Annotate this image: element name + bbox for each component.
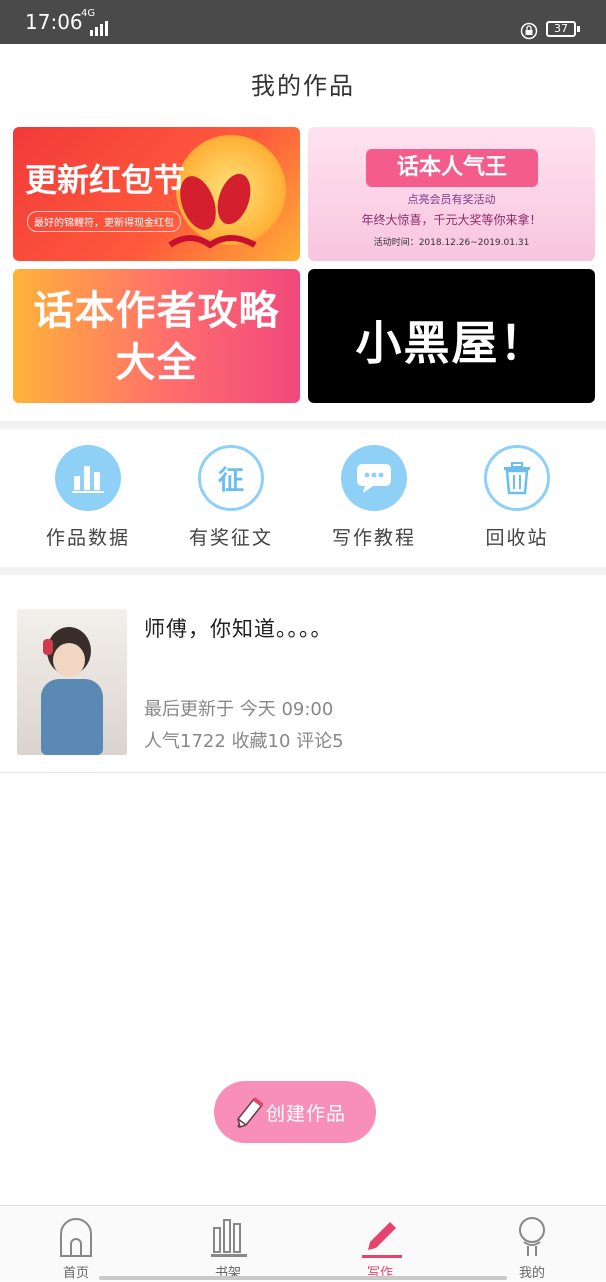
status-time: 17:06 — [25, 10, 83, 34]
trash-icon — [484, 445, 550, 511]
work-title: 师傅，你知道。。。。 — [144, 617, 333, 641]
banner-dark-room[interactable]: 小黑屋！ — [308, 269, 595, 403]
quick-contest[interactable]: 征 有奖征文 — [171, 445, 291, 555]
profile-icon — [519, 1217, 545, 1256]
quick-tutorial[interactable]: 写作教程 — [314, 445, 434, 555]
title-bar: 我的作品 — [0, 44, 606, 119]
tab-bookshelf[interactable]: 书架 — [178, 1212, 278, 1282]
bottom-tab-bar: 首页 书架 写作 我的 — [0, 1205, 606, 1281]
badge-glyph: 征 — [217, 465, 244, 496]
banner-line: 年终大惊喜，千元大奖等你来拿！ — [361, 213, 542, 227]
banner-title-line2: 大全 — [115, 340, 198, 386]
banner-author-guide[interactable]: 话本作者攻略 大全 — [13, 269, 300, 403]
quick-recycle-bin[interactable]: 回收站 — [457, 445, 577, 555]
banner-date: 活动时间：2018.12.26~2019.01.31 — [373, 238, 530, 248]
cover-headphones — [43, 639, 53, 655]
status-bar: 17:06 4G 37 — [0, 0, 606, 44]
divider — [0, 567, 606, 575]
divider — [0, 421, 606, 429]
battery-icon: 37 — [546, 21, 580, 37]
quick-label: 作品数据 — [45, 527, 130, 549]
create-work-button[interactable]: 创建作品 — [214, 1081, 376, 1143]
zheng-badge-icon: 征 — [198, 445, 264, 511]
tab-write[interactable]: 写作 — [330, 1212, 430, 1282]
quick-label: 写作教程 — [331, 527, 416, 549]
lock-icon — [520, 22, 538, 44]
banner-title: 更新红包节 — [25, 161, 186, 199]
quick-label: 有奖征文 — [188, 527, 273, 549]
pen-icon — [362, 1222, 402, 1258]
banner-subtitle: 点亮会员有奖活动 — [407, 193, 496, 206]
work-cover-image — [17, 609, 127, 755]
banner-subtitle: 最好的锦鲤符，更新得现金红包 — [27, 211, 181, 232]
banner-title: 话本作者攻略 大全 — [13, 285, 300, 389]
work-updated: 最后更新于 今天 09:00 — [144, 699, 334, 720]
cover-figure-body — [41, 679, 103, 755]
banner-title: 小黑屋！ — [355, 316, 548, 370]
quick-works-data[interactable]: 作品数据 — [28, 445, 148, 555]
signal-icon — [90, 20, 112, 40]
banner-red-envelope[interactable]: 更新红包节 最好的锦鲤符，更新得现金红包 — [13, 127, 300, 261]
chat-bubble-icon — [341, 445, 407, 511]
create-work-label: 创建作品 — [266, 1103, 347, 1125]
home-indicator — [99, 1276, 507, 1280]
banner-popularity[interactable]: 话本人气王 点亮会员有奖活动 年终大惊喜，千元大奖等你来拿！ 活动时间：2018… — [308, 127, 595, 261]
pencil-icon — [234, 1095, 264, 1136]
tab-profile[interactable]: 我的 — [482, 1212, 582, 1282]
network-type: 4G — [81, 8, 96, 19]
quick-label: 回收站 — [485, 527, 549, 549]
page-title: 我的作品 — [251, 72, 355, 100]
tab-home[interactable]: 首页 — [26, 1212, 126, 1282]
bookshelf-icon — [211, 1219, 247, 1257]
bar-chart-icon — [55, 445, 121, 511]
cover-figure-face — [53, 643, 85, 677]
banner-title: 话本人气王 — [366, 149, 538, 187]
work-item[interactable]: 师傅，你知道。。。。 最后更新于 今天 09:00 人气1722 收藏10 评论… — [0, 575, 606, 773]
banner-grid: 更新红包节 最好的锦鲤符，更新得现金红包 话本人气王 点亮会员有奖活动 年终大惊… — [0, 118, 606, 421]
home-icon — [60, 1218, 92, 1257]
work-stats: 人气1722 收藏10 评论5 — [144, 731, 344, 752]
banner-title-line1: 话本作者攻略 — [33, 288, 280, 334]
quick-actions: 作品数据 征 有奖征文 写作教程 回收站 — [0, 429, 606, 567]
